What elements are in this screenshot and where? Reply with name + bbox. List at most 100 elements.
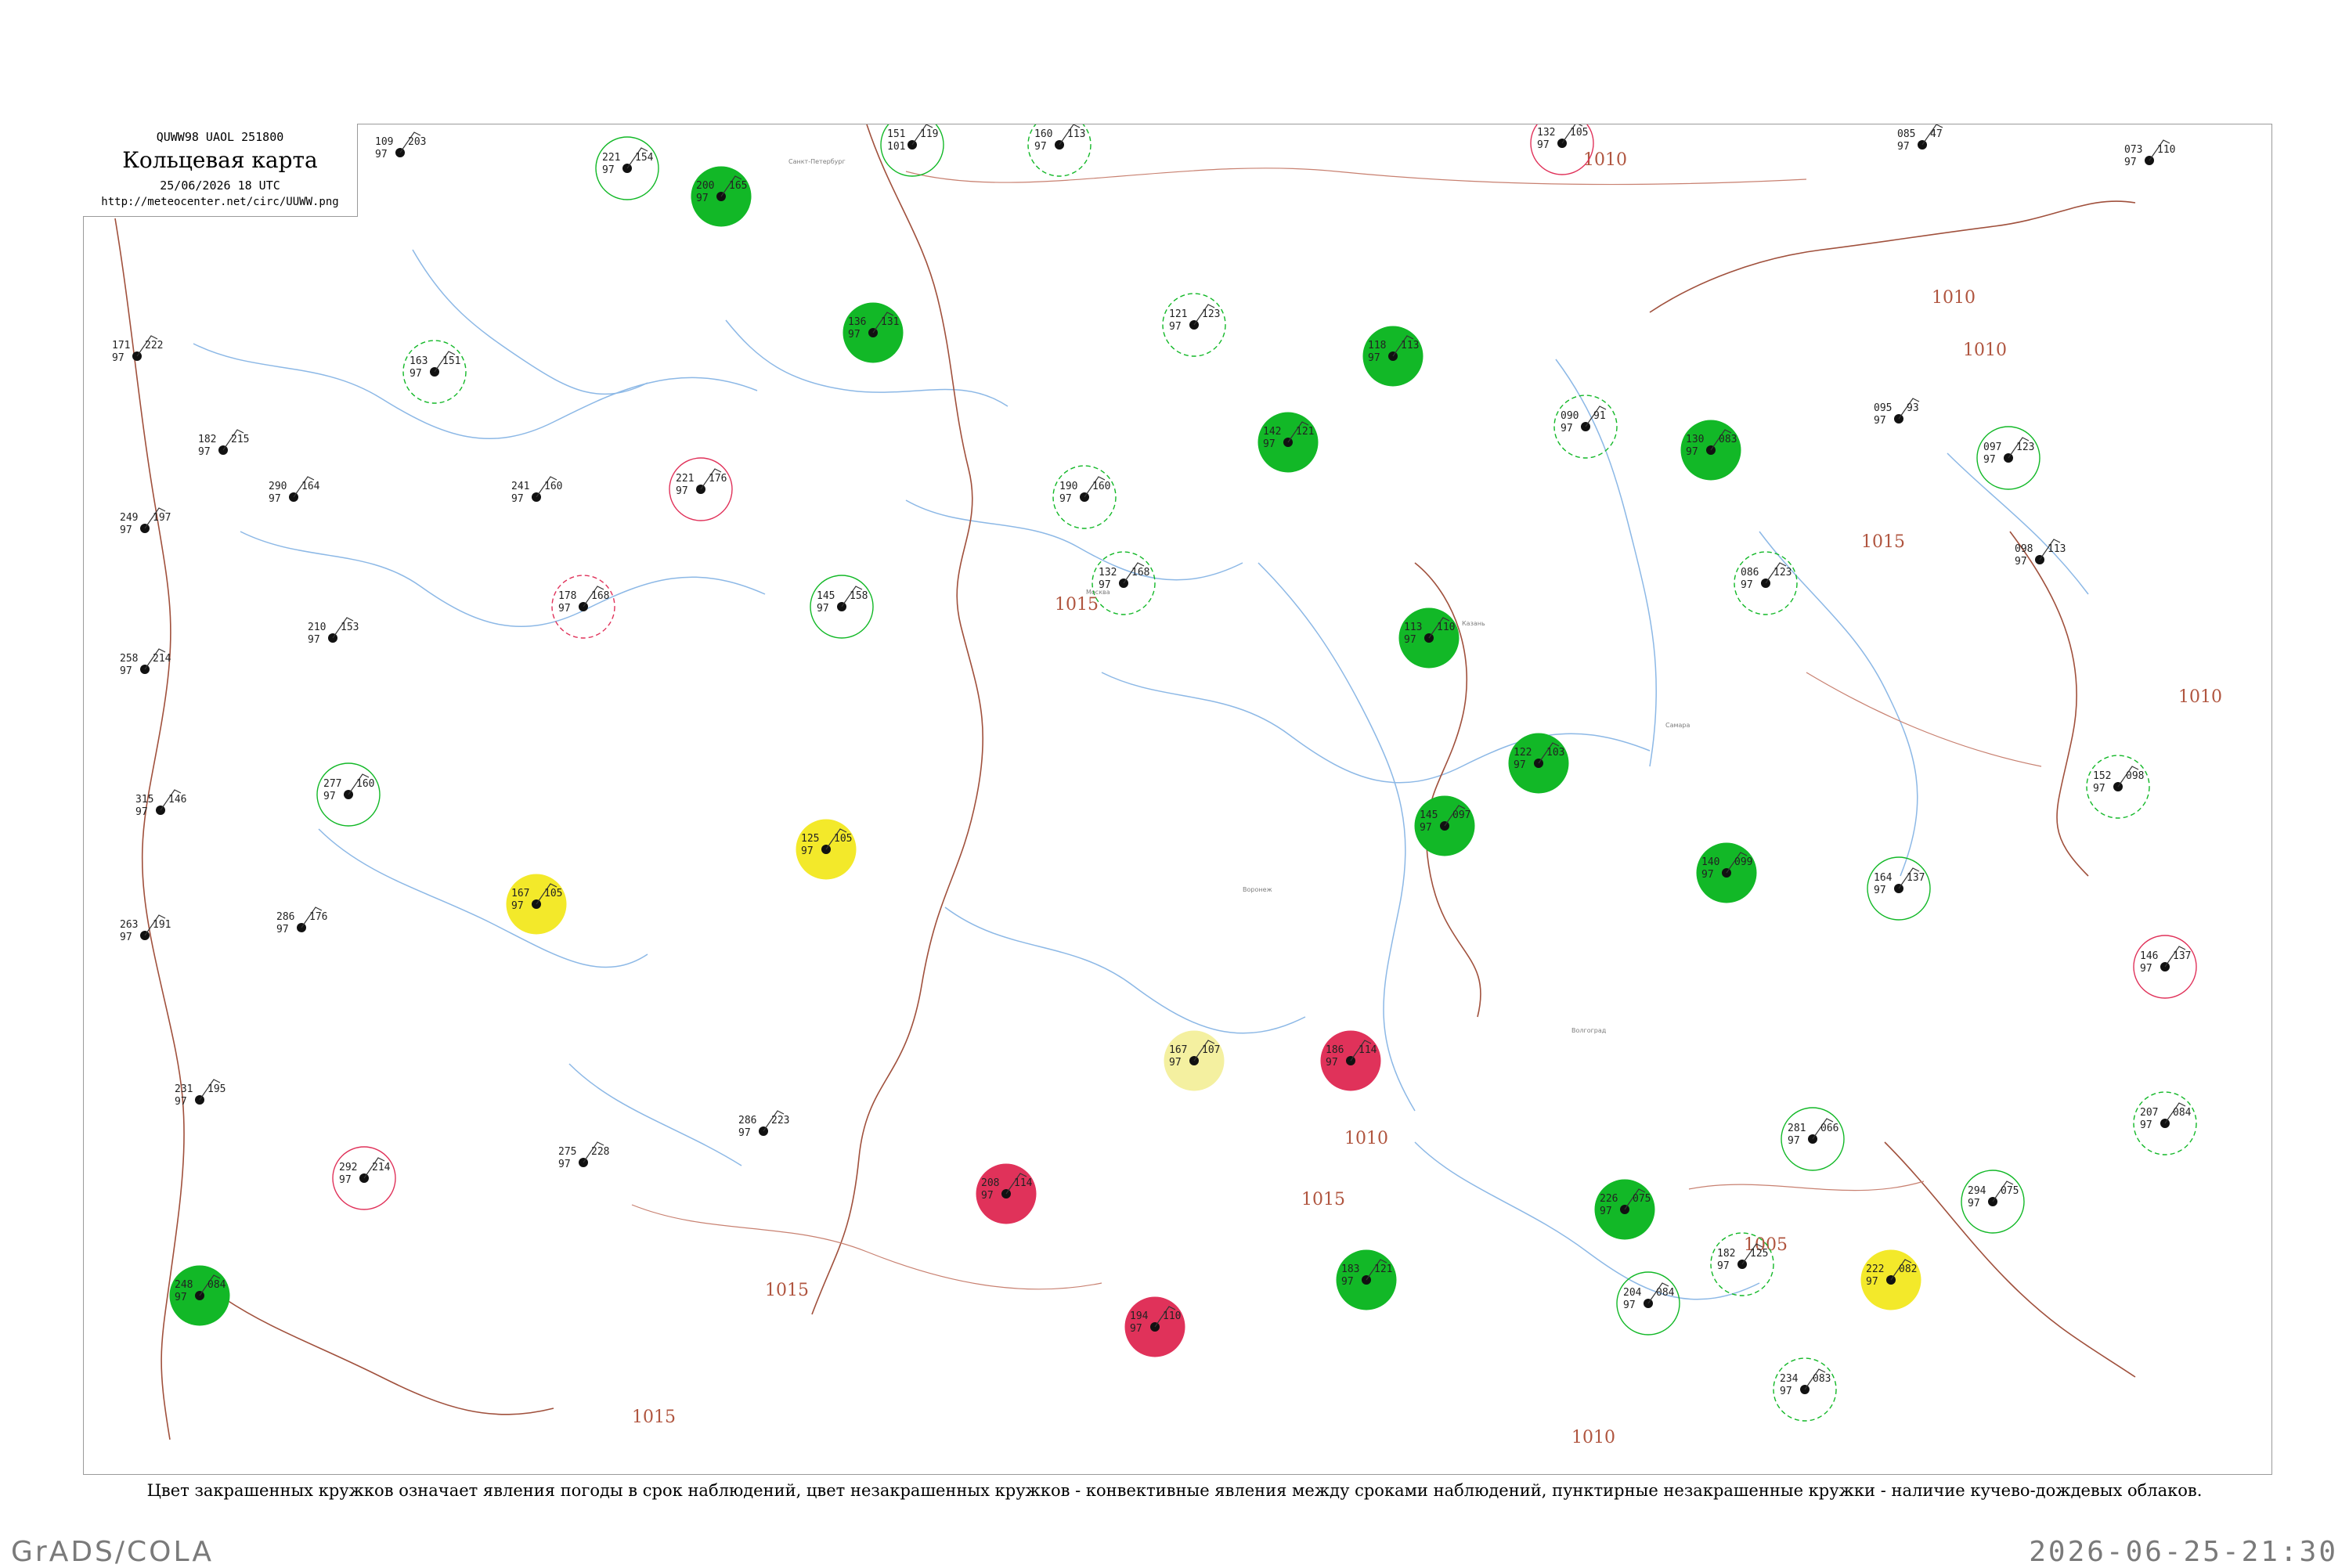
station-visibility: 97 bbox=[1420, 822, 1432, 834]
station-pressure: 114 bbox=[1359, 1044, 1377, 1056]
station-temperature: 086 bbox=[1741, 567, 1759, 579]
station-visibility: 97 bbox=[1169, 1057, 1182, 1069]
station-temperature: 190 bbox=[1059, 481, 1077, 492]
station-temperature: 098 bbox=[2015, 543, 2033, 555]
station-plot: 19497 110 bbox=[1124, 1296, 1185, 1357]
station-visibility: 97 bbox=[375, 149, 388, 160]
station-pressure: 110 bbox=[2157, 144, 2175, 156]
station-temperature: 182 bbox=[198, 434, 216, 445]
station-visibility: 97 bbox=[511, 900, 524, 912]
river bbox=[1759, 531, 1918, 877]
station-pressure: 083 bbox=[1719, 434, 1737, 445]
station-plot: 29097 164 bbox=[269, 476, 320, 505]
station-pressure: 223 bbox=[771, 1115, 789, 1126]
station-visibility: 97 bbox=[1341, 1276, 1354, 1288]
station-visibility: 97 bbox=[801, 845, 814, 857]
station-plot: 10997 203 bbox=[375, 132, 426, 160]
station-visibility: 97 bbox=[1701, 869, 1714, 881]
station-temperature: 073 bbox=[2124, 144, 2142, 156]
isobar-label: 1015 bbox=[1301, 1190, 1345, 1209]
station-pressure: 153 bbox=[341, 622, 359, 633]
station-temperature: 286 bbox=[276, 911, 294, 923]
station-pressure: 137 bbox=[2173, 950, 2191, 962]
station-plot: 20797 084 bbox=[2133, 1091, 2197, 1155]
station-visibility: 97 bbox=[410, 368, 422, 380]
station-visibility: 97 bbox=[1717, 1260, 1730, 1272]
station-pressure: 158 bbox=[850, 590, 868, 602]
station-temperature: 145 bbox=[1420, 809, 1438, 821]
station-visibility: 97 bbox=[1897, 141, 1910, 153]
observation-time: 25/06/2026 18 UTC bbox=[160, 178, 280, 193]
station-pressure: 125 bbox=[1750, 1248, 1768, 1260]
station-temperature: 183 bbox=[1341, 1263, 1359, 1275]
station-temperature: 097 bbox=[1983, 442, 2001, 453]
place-name: Казань bbox=[1462, 620, 1485, 627]
station-visibility: 97 bbox=[738, 1127, 751, 1139]
station-temperature: 210 bbox=[308, 622, 326, 633]
station-pressure: 160 bbox=[1092, 481, 1110, 492]
isobar-line bbox=[1688, 1181, 1925, 1191]
station-plot: 17897 168 bbox=[551, 575, 615, 639]
source-url[interactable]: http://meteocenter.net/circ/UUWW.png bbox=[83, 196, 357, 208]
station-plot: 22197 176 bbox=[669, 457, 733, 521]
station-visibility: 97 bbox=[676, 485, 688, 497]
station-temperature: 142 bbox=[1263, 426, 1281, 438]
place-name: Санкт-Петербург bbox=[788, 158, 846, 165]
station-pressure: 151 bbox=[442, 355, 460, 367]
station-visibility: 97 bbox=[198, 446, 211, 458]
station-pressure: 195 bbox=[207, 1083, 226, 1095]
station-temperature: 122 bbox=[1514, 747, 1532, 759]
station-plot: 13697 131 bbox=[843, 302, 904, 363]
station-visibility: 101 bbox=[887, 141, 905, 153]
station-plot: 22297 082 bbox=[1860, 1249, 1921, 1310]
station-pressure: 160 bbox=[544, 481, 562, 492]
station-plot: 12297 103 bbox=[1508, 733, 1569, 794]
station-plot: 27597 228 bbox=[558, 1141, 609, 1170]
station-plot: 13097 083 bbox=[1680, 420, 1741, 481]
station-temperature: 109 bbox=[375, 136, 393, 148]
station-visibility: 97 bbox=[175, 1292, 187, 1303]
station-temperature: 241 bbox=[511, 481, 529, 492]
station-pressure: 131 bbox=[881, 316, 899, 328]
station-plot: 28697 176 bbox=[276, 907, 327, 935]
river bbox=[1947, 452, 2089, 595]
station-temperature: 146 bbox=[2140, 950, 2158, 962]
station-pressure: 105 bbox=[544, 888, 562, 899]
station-pressure: 084 bbox=[2173, 1107, 2192, 1119]
station-visibility: 97 bbox=[1623, 1299, 1636, 1311]
station-temperature: 090 bbox=[1561, 410, 1579, 422]
station-plot: 09097 91 bbox=[1553, 395, 1618, 459]
station-temperature: 231 bbox=[175, 1083, 193, 1095]
station-pressure: 119 bbox=[920, 128, 938, 140]
station-pressure: 082 bbox=[1899, 1263, 1917, 1275]
station-plot: 16797 105 bbox=[506, 874, 567, 935]
station-pressure: 47 bbox=[1930, 128, 1943, 140]
station-temperature: 208 bbox=[981, 1177, 999, 1189]
station-pressure: 083 bbox=[1813, 1373, 1831, 1385]
station-temperature: 207 bbox=[2140, 1107, 2158, 1119]
station-pressure: 105 bbox=[1570, 127, 1588, 139]
map-header: QUWW98 UAOL 251800 Кольцевая карта 25/06… bbox=[83, 124, 358, 217]
station-plot: 19097 160 bbox=[1052, 465, 1117, 529]
station-visibility: 97 bbox=[276, 924, 289, 935]
station-plot: 16397 151 bbox=[402, 340, 467, 404]
station-plot: 26397 191 bbox=[120, 914, 171, 943]
river bbox=[1414, 1141, 1760, 1300]
station-plot: 20097 165 bbox=[691, 166, 752, 227]
station-temperature: 095 bbox=[1874, 402, 1892, 414]
river bbox=[944, 907, 1306, 1034]
map-frame: 1010 1010 1010 1015 1015 1015 1010 1005 … bbox=[83, 124, 2272, 1475]
station-visibility: 97 bbox=[817, 603, 829, 615]
station-visibility: 97 bbox=[1034, 141, 1047, 153]
station-temperature: 152 bbox=[2093, 770, 2111, 782]
station-pressure: 107 bbox=[1202, 1044, 1220, 1056]
station-temperature: 292 bbox=[339, 1162, 357, 1173]
station-temperature: 222 bbox=[1866, 1263, 1884, 1275]
station-pressure: 160 bbox=[356, 778, 374, 790]
station-plot: 24897 084 bbox=[169, 1265, 230, 1326]
station-temperature: 171 bbox=[112, 340, 130, 351]
station-pressure: 93 bbox=[1907, 402, 1919, 414]
station-visibility: 97 bbox=[2140, 1119, 2152, 1131]
station-pressure: 222 bbox=[145, 340, 163, 351]
station-pressure: 084 bbox=[1656, 1287, 1675, 1299]
